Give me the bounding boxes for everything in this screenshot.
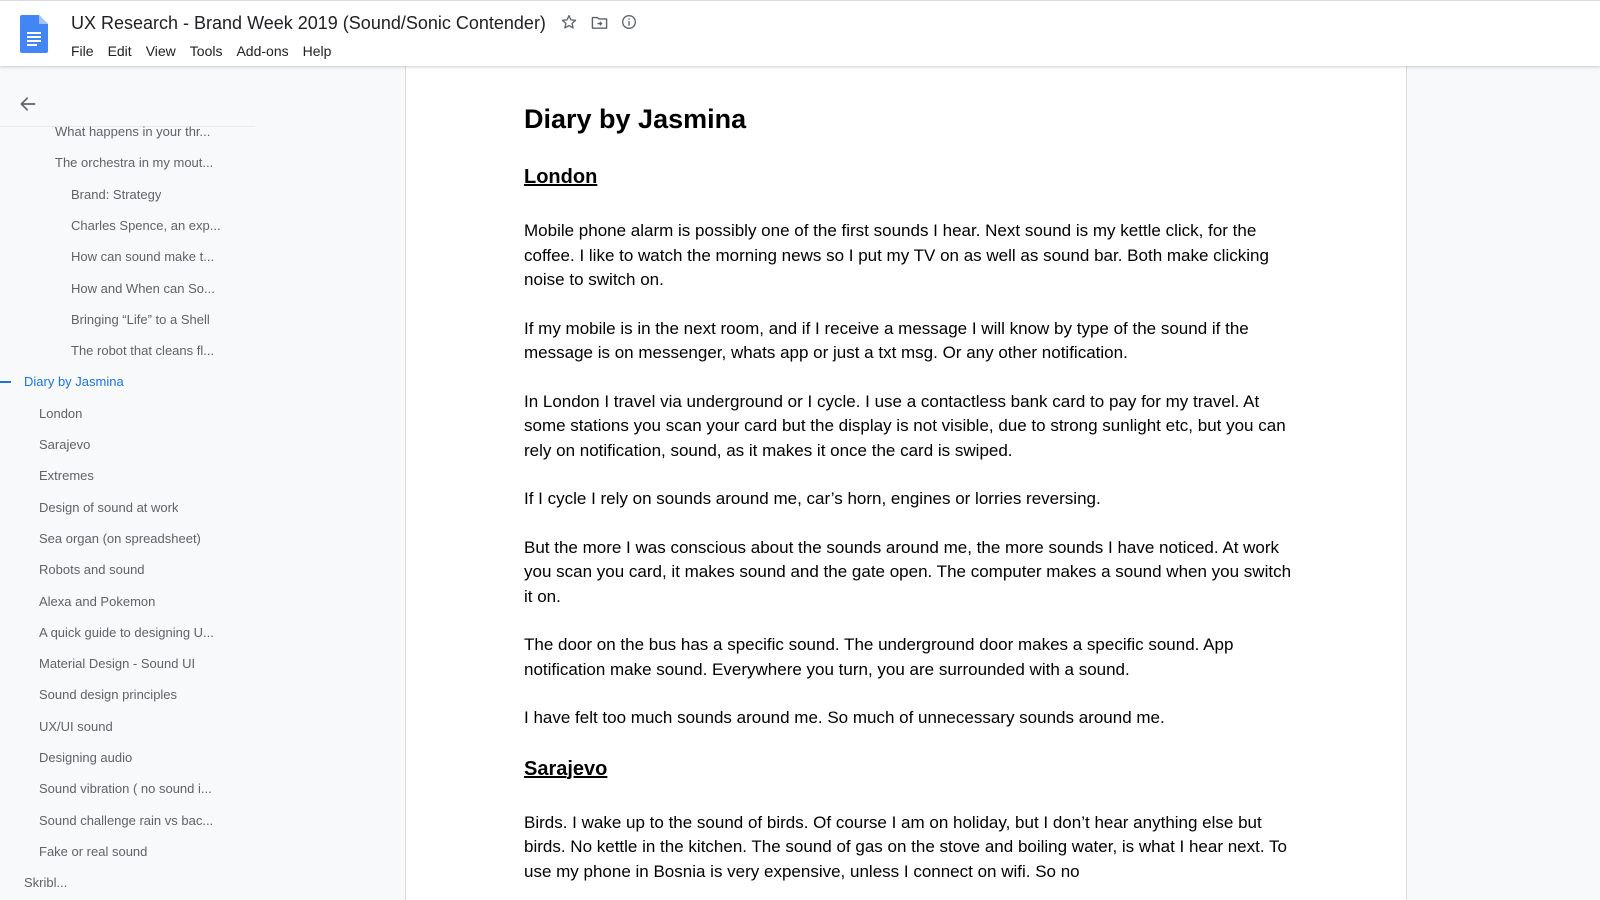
outline-item[interactable]: Fake or real sound: [39, 836, 147, 867]
outline-item[interactable]: What happens in your thr...: [55, 116, 210, 147]
outline-item-label: The robot that cleans fl...: [71, 343, 215, 359]
outline-item[interactable]: How can sound make t...: [71, 241, 214, 272]
outline-item[interactable]: Charles Spence, an exp...: [71, 210, 221, 241]
outline-item-label: Sound challenge rain vs bac...: [39, 812, 214, 828]
info-icon[interactable]: [620, 13, 638, 31]
body-paragraph: Mobile phone alarm is possibly one of th…: [524, 221, 1269, 289]
outline-item-label: Sound design principles: [39, 687, 178, 703]
document-outline-panel: What happens in your thr... The orchestra…: [0, 66, 405, 900]
outline-item-label: How can sound make t...: [71, 249, 215, 265]
outline-item[interactable]: UX/UI sound: [39, 711, 113, 742]
outline-item[interactable]: Alexa and Pokemon: [39, 586, 155, 617]
document-body[interactable]: Diary by Jasmina London Mobile phone alar…: [524, 102, 1294, 884]
move-to-folder-icon[interactable]: [590, 13, 608, 31]
outline-item[interactable]: Design of sound at work: [39, 492, 178, 523]
outline-item-label: Extremes: [39, 468, 94, 484]
outline-item-label: Charles Spence, an exp...: [71, 217, 221, 233]
outline-item-label: Material Design - Sound UI: [39, 656, 196, 672]
outline-item[interactable]: The robot that cleans fl...: [71, 335, 214, 366]
menu-help[interactable]: Help: [296, 40, 339, 62]
outline-item-label: Bringing “Life” to a Shell: [71, 311, 210, 327]
body-paragraph: If my mobile is in the next room, and if…: [524, 318, 1249, 363]
body-paragraph: I have felt too much sounds around me. S…: [524, 708, 1165, 727]
outline-item[interactable]: Skribl...: [24, 867, 67, 898]
outline-item-label: Sound vibration ( no sound i...: [39, 781, 212, 797]
outline-item-label: Sarajevo: [39, 437, 91, 452]
body-paragraph: Birds. I wake up to the sound of birds. …: [524, 812, 1287, 881]
menu-view[interactable]: View: [139, 40, 183, 62]
document-page[interactable]: Diary by Jasmina London Mobile phone alar…: [405, 66, 1407, 900]
outline-item[interactable]: London: [39, 398, 82, 429]
outline-item[interactable]: Diary by Jasmina: [0, 366, 124, 397]
outline-item[interactable]: How and When can So...: [71, 273, 215, 304]
docs-header: UX Research - Brand Week 2019 (Sound/Son…: [0, 0, 1600, 66]
outline-item[interactable]: Sarajevo: [39, 429, 90, 460]
outline-item-label: Fake or real sound: [39, 843, 148, 859]
outline-item-label: Robots and sound: [39, 562, 145, 578]
body-paragraph: But the more I was conscious about the s…: [524, 537, 1292, 606]
body-paragraph: The door on the bus has a specific sound…: [524, 635, 1234, 679]
outline-item[interactable]: Sea organ (on spreadsheet): [39, 523, 201, 554]
outline-item-label: Diary by Jasmina: [24, 374, 124, 390]
menu-bar: File Edit View Tools Add-ons Help: [64, 40, 338, 62]
body-paragraph: If I cycle I rely on sounds around me, c…: [524, 489, 1101, 508]
outline-item-label: Design of sound at work: [39, 499, 179, 515]
title-actions: [560, 13, 638, 31]
menu-tools[interactable]: Tools: [183, 40, 230, 62]
outline-item-label: The orchestra in my mout...: [55, 155, 214, 171]
active-heading-indicator: [0, 381, 11, 384]
outline-item-label: Skribl...: [24, 875, 68, 891]
document-heading: Diary by Jasmina: [524, 104, 747, 134]
outline-item[interactable]: Brand: Strategy: [71, 179, 161, 210]
outline-item[interactable]: Sound challenge rain vs bac...: [39, 805, 213, 836]
outline-item[interactable]: Designing audio: [39, 742, 132, 773]
outline-item-label: What happens in your thr...: [55, 124, 211, 139]
body-paragraph: In London I travel via underground or I …: [524, 391, 1286, 460]
outline-item-label: UX/UI sound: [39, 718, 113, 734]
outline-item[interactable]: Extremes: [39, 460, 94, 491]
outline-item-label: Designing audio: [39, 750, 133, 765]
outline-item[interactable]: Sound vibration ( no sound i...: [39, 773, 212, 804]
outline-item-label: Brand: Strategy: [71, 186, 162, 202]
close-outline-arrow-icon[interactable]: [18, 94, 38, 114]
menu-file[interactable]: File: [64, 40, 101, 62]
outline-item-label: London: [39, 405, 83, 421]
section-heading: London: [524, 166, 598, 188]
outline-item[interactable]: A quick guide to designing U...: [39, 617, 214, 648]
outline-item[interactable]: Material Design - Sound UI: [39, 648, 195, 679]
document-title[interactable]: UX Research - Brand Week 2019 (Sound/Son…: [71, 12, 546, 34]
outline-item[interactable]: Sound design principles: [39, 679, 177, 710]
outline-item[interactable]: Bringing “Life” to a Shell: [71, 304, 210, 335]
menu-edit[interactable]: Edit: [101, 40, 139, 62]
outline-item-label: Alexa and Pokemon: [39, 593, 156, 609]
google-docs-logo-icon[interactable]: [20, 15, 48, 53]
outline-item-label: A quick guide to designing U...: [39, 624, 214, 640]
outline-item[interactable]: Robots and sound: [39, 554, 145, 585]
section-heading: Sarajevo: [524, 757, 608, 780]
outline-item-label: How and When can So...: [71, 280, 215, 296]
menu-add-ons[interactable]: Add-ons: [229, 40, 295, 62]
outline-item[interactable]: The orchestra in my mout...: [55, 147, 213, 178]
star-icon[interactable]: [560, 13, 578, 31]
outline-item-label: Sea organ (on spreadsheet): [39, 530, 201, 546]
